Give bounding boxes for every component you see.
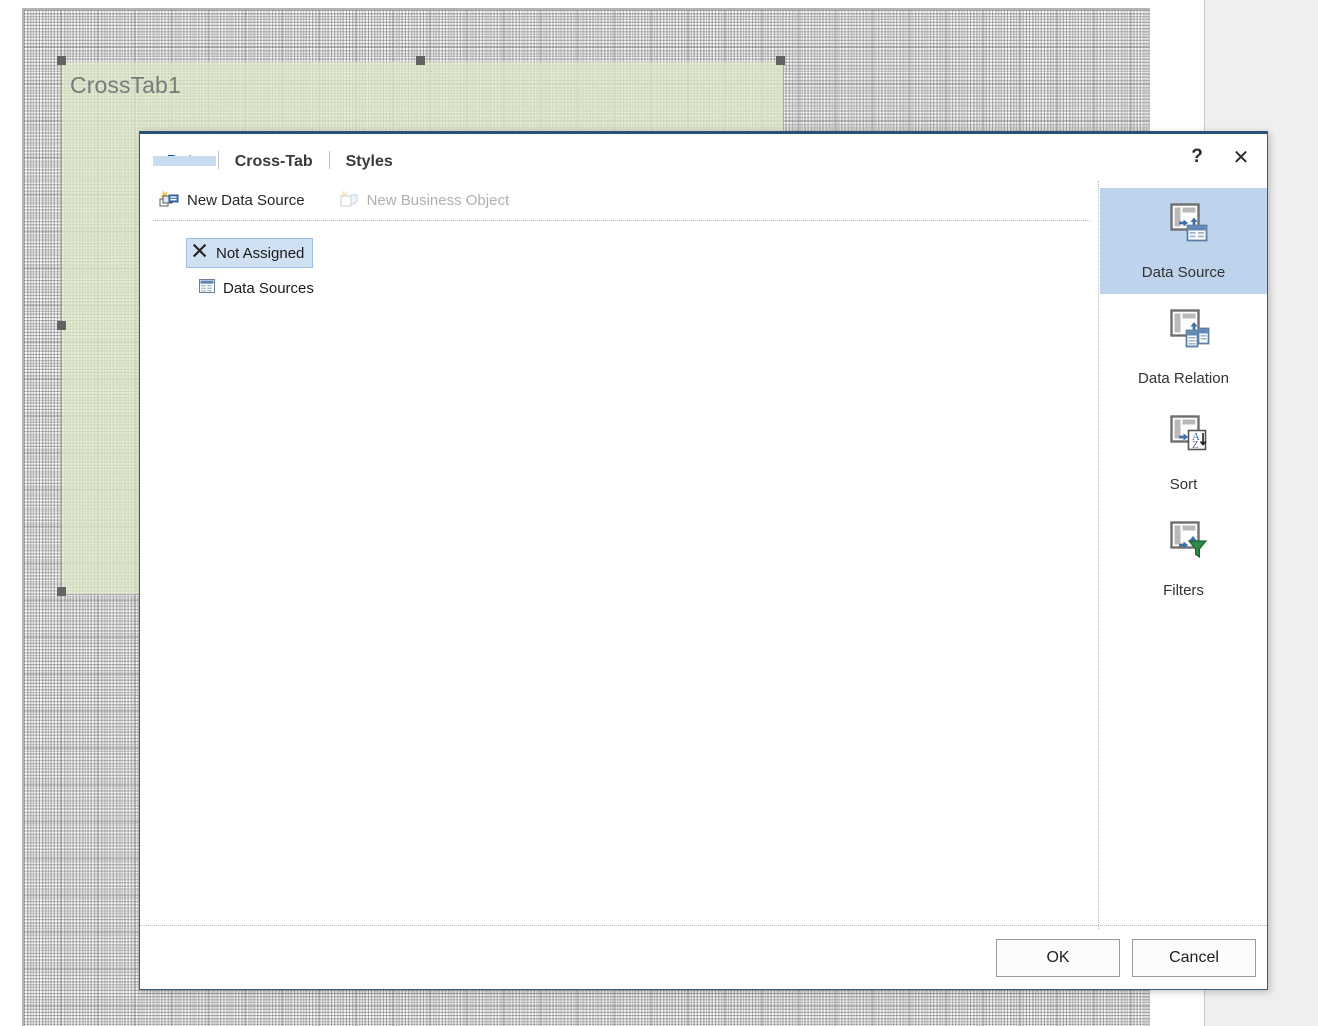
dialog-footer: OK Cancel [140, 925, 1267, 989]
ok-button[interactable]: OK [996, 939, 1120, 977]
tree-node-data-sources-label: Data Sources [223, 279, 314, 297]
rail-item-filters[interactable]: Filters [1100, 506, 1267, 612]
rail-item-data-relation-label: Data Relation [1138, 370, 1229, 387]
tab-separator-2 [328, 151, 330, 169]
tab-styles[interactable]: Styles [332, 154, 407, 181]
cancel-button[interactable]: Cancel [1132, 939, 1256, 977]
tree-node-not-assigned-label: Not Assigned [216, 244, 305, 262]
sort-icon: A Z [1158, 413, 1210, 466]
new-business-object-label: New Business Object [366, 192, 510, 209]
new-business-object-icon [339, 189, 359, 212]
svg-text:Z: Z [1192, 439, 1199, 451]
rail-item-sort-label: Sort [1169, 476, 1198, 493]
data-toolbar: New Data Source New Business Object [153, 181, 1090, 221]
screen: CrossTab1 Data Cross-Tab Styles [0, 0, 1318, 1026]
new-business-object-button[interactable]: New Business Object [339, 189, 510, 212]
data-relation-icon [1158, 307, 1210, 360]
dialog-titlebar: Data Cross-Tab Styles ? ✕ [140, 134, 1267, 181]
rail-item-data-source[interactable]: Data Source [1100, 188, 1267, 294]
crosstab-element-label: CrossTab1 [70, 72, 181, 98]
resize-handle-bottom-left[interactable] [57, 587, 66, 596]
data-sources-icon [199, 278, 215, 298]
tab-active-indicator [153, 156, 216, 166]
dialog-side-rail: Data Source Data Relation A Z Sort Filte… [1100, 181, 1267, 929]
new-data-source-button[interactable]: New Data Source [159, 189, 305, 212]
help-icon[interactable]: ? [1185, 145, 1209, 169]
new-data-source-icon [159, 189, 179, 212]
tab-data[interactable]: Data [153, 154, 216, 181]
data-source-tree: Not Assigned Data Sources [140, 220, 1098, 929]
resize-handle-top-center[interactable] [416, 56, 425, 65]
resize-handle-middle-left[interactable] [57, 321, 66, 330]
tab-separator-1 [217, 151, 219, 169]
tab-cross-tab[interactable]: Cross-Tab [221, 154, 327, 181]
resize-handle-top-right[interactable] [776, 56, 785, 65]
tab-cross-tab-label: Cross-Tab [234, 153, 313, 170]
dialog-footer-buttons: OK Cancel [996, 939, 1256, 977]
close-icon[interactable]: ✕ [1229, 145, 1253, 169]
data-source-icon [1158, 201, 1210, 254]
dialog-content-pane: New Data Source New Business Object Not … [140, 181, 1099, 929]
tab-styles-label: Styles [345, 153, 393, 170]
rail-item-filters-label: Filters [1163, 582, 1204, 599]
crosstab-properties-dialog: Data Cross-Tab Styles ? ✕ [139, 131, 1268, 990]
rail-item-sort[interactable]: A Z Sort [1100, 400, 1267, 506]
not-assigned-icon [192, 243, 208, 263]
tree-node-data-sources[interactable]: Data Sources [193, 273, 323, 303]
filters-icon [1158, 519, 1210, 572]
rail-item-data-source-label: Data Source [1141, 264, 1226, 281]
dialog-tabstrip: Data Cross-Tab Styles [153, 134, 407, 181]
resize-handle-top-left[interactable] [57, 56, 66, 65]
new-data-source-label: New Data Source [187, 192, 305, 209]
dialog-body: New Data Source New Business Object Not … [140, 181, 1267, 929]
tree-node-not-assigned[interactable]: Not Assigned [186, 238, 314, 268]
rail-item-data-relation[interactable]: Data Relation [1100, 294, 1267, 400]
dialog-window-buttons: ? ✕ [1185, 145, 1253, 169]
